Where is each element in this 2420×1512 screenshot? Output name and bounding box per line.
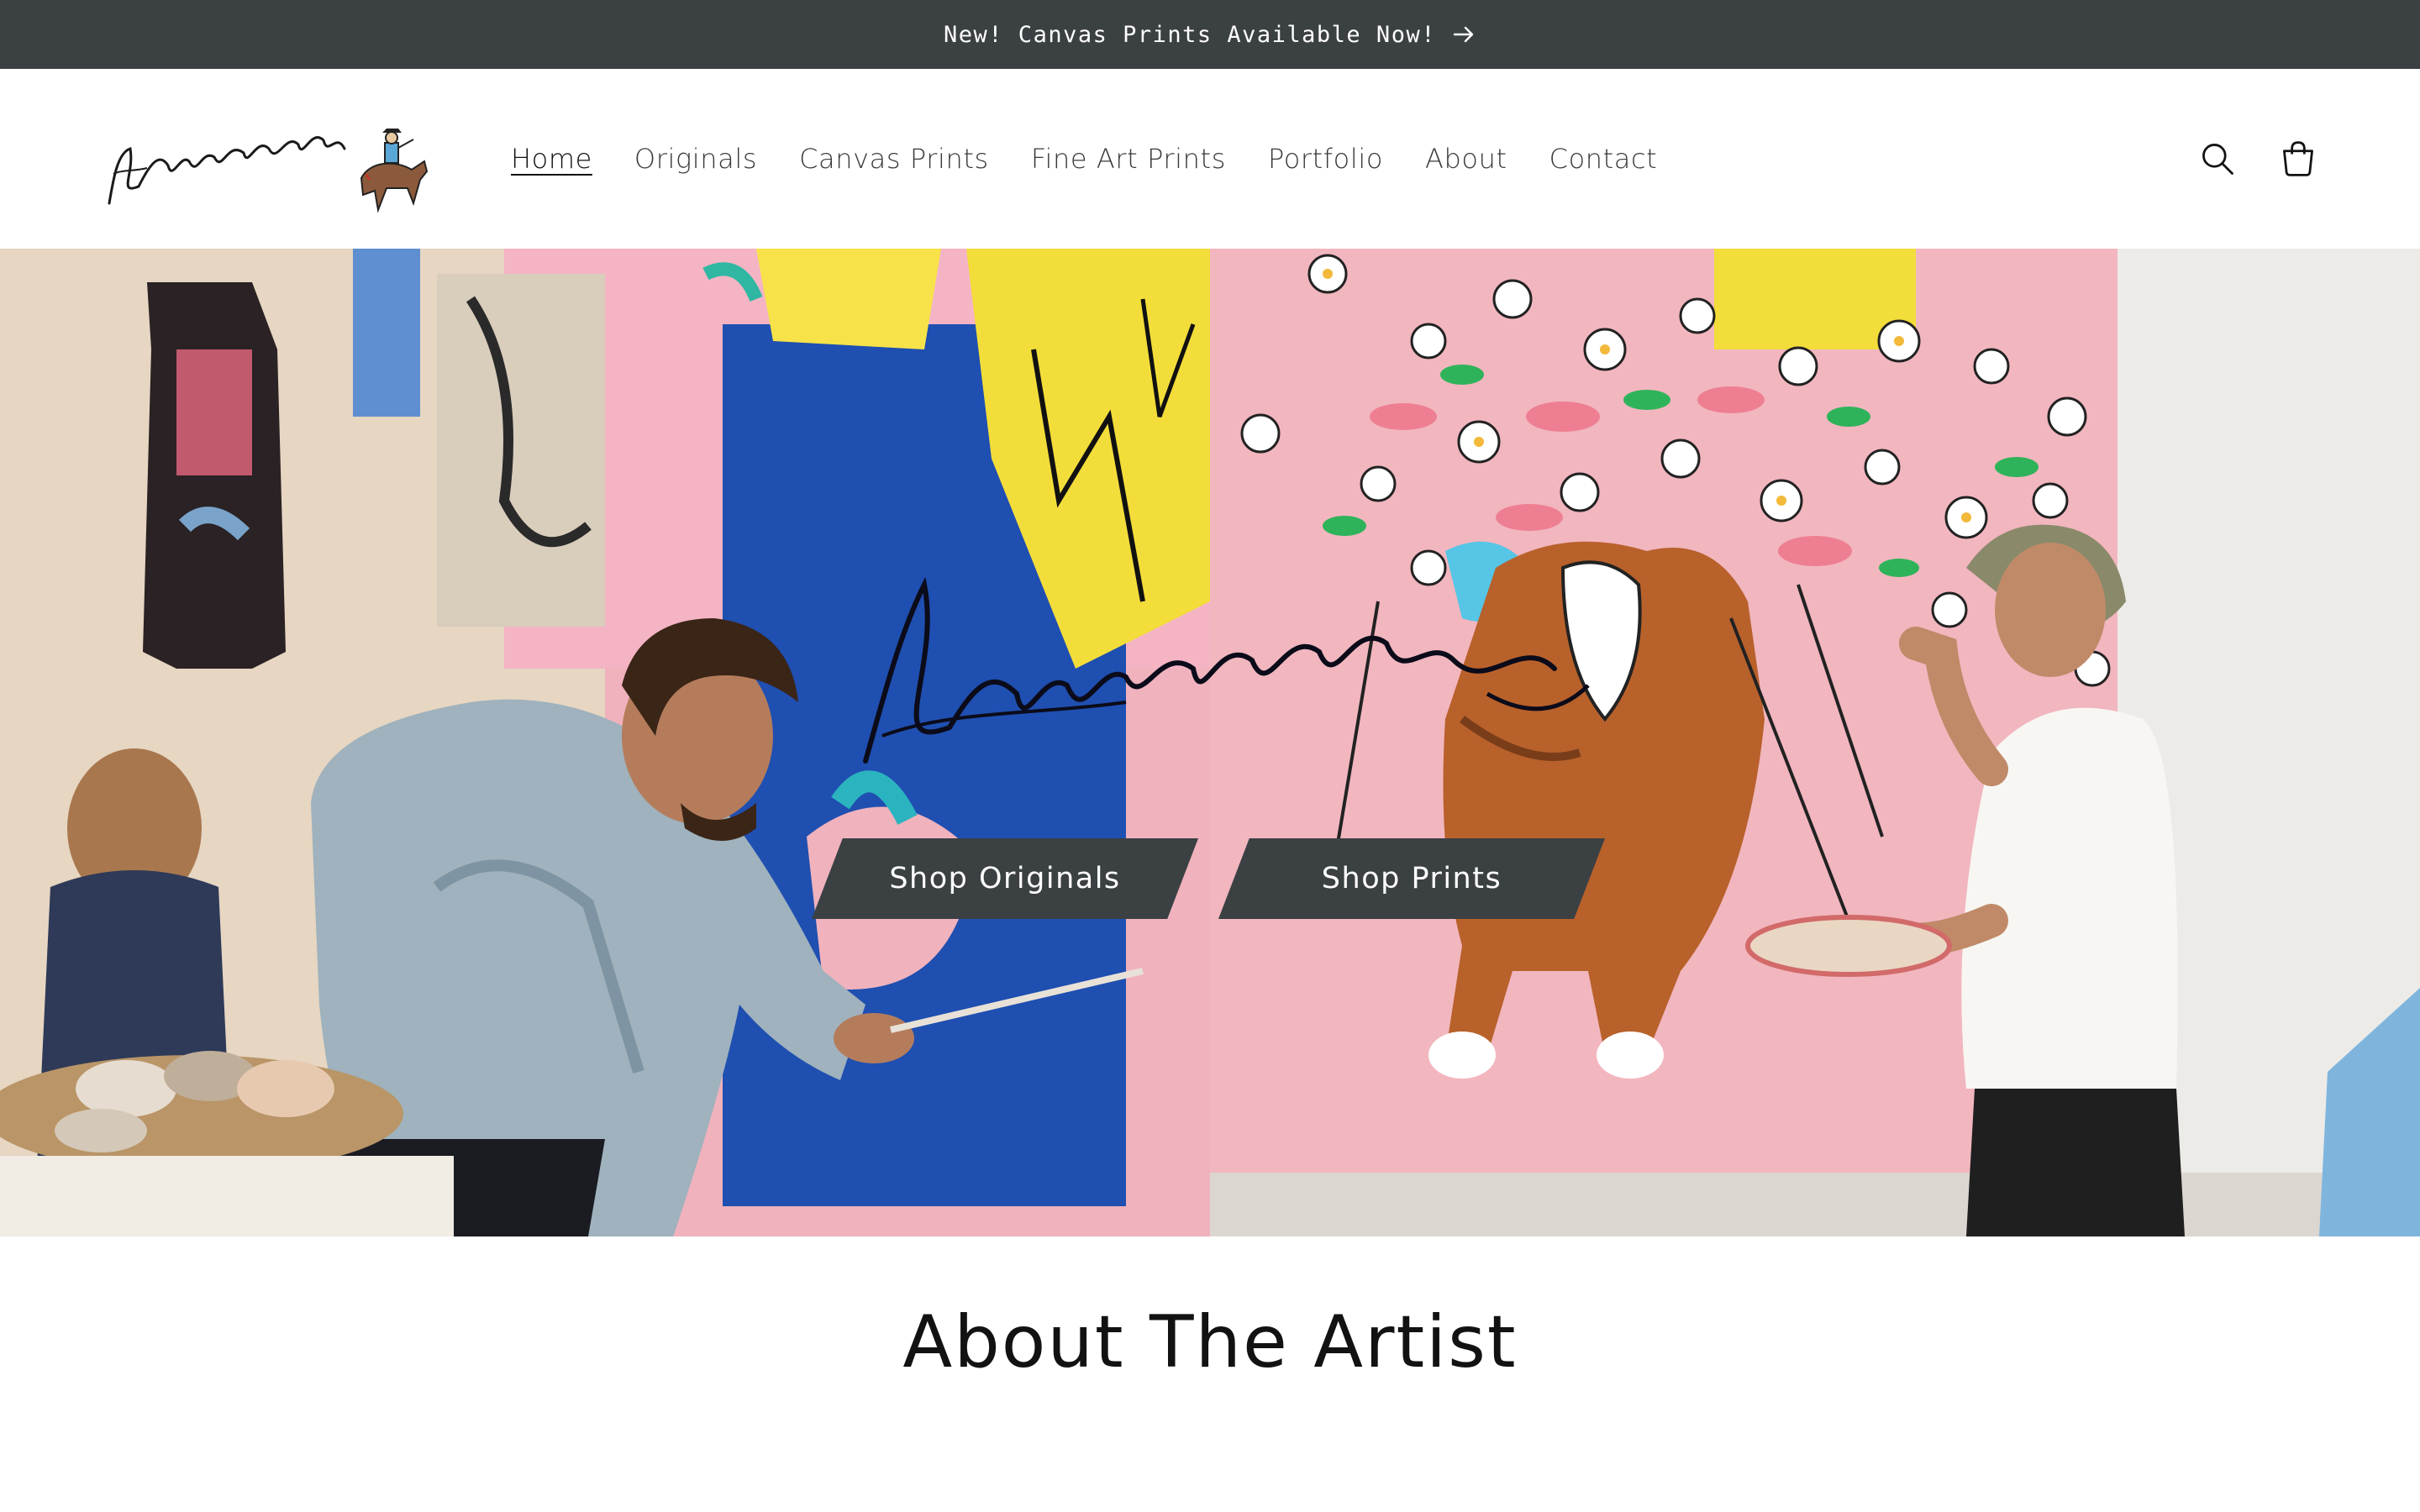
nav-fine-art-prints[interactable]: Fine Art Prints <box>1031 143 1226 175</box>
announcement-bar[interactable]: New! Canvas Prints Available Now! <box>0 0 2420 69</box>
main-nav: Home Originals Canvas Prints Fine Art Pr… <box>511 69 1657 249</box>
nav-portfolio[interactable]: Portfolio <box>1268 143 1383 175</box>
nav-home[interactable]: Home <box>511 143 592 175</box>
announcement-text[interactable]: New! Canvas Prints Available Now! <box>944 22 1436 48</box>
hero-signature-logo <box>849 568 1605 778</box>
shop-originals-button[interactable]: Shop Originals <box>812 838 1198 919</box>
nav-contact[interactable]: Contact <box>1549 143 1658 175</box>
shop-prints-button[interactable]: Shop Prints <box>1218 838 1605 919</box>
nav-originals[interactable]: Originals <box>634 143 757 175</box>
nav-about[interactable]: About <box>1425 143 1507 175</box>
search-icon[interactable] <box>2196 138 2238 180</box>
arrow-right-icon[interactable] <box>1451 22 1476 47</box>
nav-canvas-prints[interactable]: Canvas Prints <box>799 143 989 175</box>
site-logo[interactable] <box>101 102 437 220</box>
cart-icon[interactable] <box>2277 138 2319 180</box>
header-icons <box>2196 69 2319 249</box>
hero-banner: Shop Originals Shop Prints <box>0 249 2420 1236</box>
about-title: About The Artist <box>902 1300 1518 1384</box>
site-header: Home Originals Canvas Prints Fine Art Pr… <box>0 69 2420 249</box>
